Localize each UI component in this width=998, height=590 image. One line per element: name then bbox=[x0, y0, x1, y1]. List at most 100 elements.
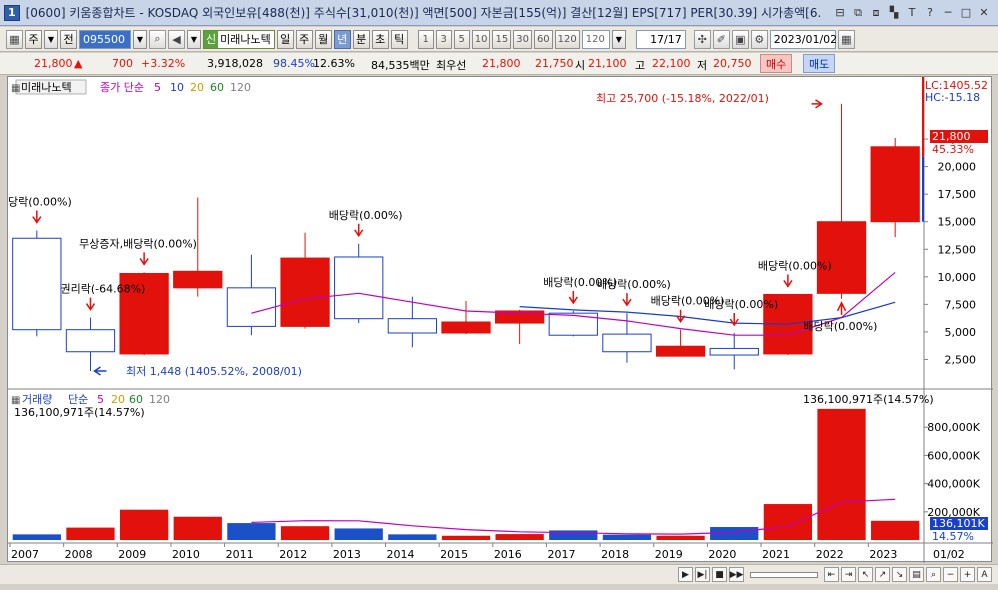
period-second[interactable]: 초 bbox=[371, 29, 389, 49]
interval-120[interactable]: 120 bbox=[554, 29, 580, 49]
settings-gear-icon[interactable]: ⚙ bbox=[750, 29, 768, 49]
zoom-out-icon[interactable]: − bbox=[943, 567, 958, 582]
play-icon[interactable]: ▶ bbox=[678, 567, 693, 582]
table-icon[interactable]: ▤ bbox=[909, 567, 924, 582]
interval-60[interactable]: 60 bbox=[533, 29, 553, 49]
annotation-arrow-down bbox=[783, 274, 793, 288]
chart-area[interactable]: 22,50020,00017,50015,00012,50010,0007,50… bbox=[7, 76, 993, 563]
high-marker-arrow bbox=[811, 99, 823, 109]
chart-scroll-bar: ▶ ▶| ■ ▶▶ ⇤ ⇥ ↖ ↗ ↘ ▤ ⌕ − + A bbox=[0, 564, 998, 584]
interval-5[interactable]: 5 bbox=[453, 29, 470, 49]
network-icon[interactable]: ✣ bbox=[693, 29, 711, 49]
x-tick-label: 2007 bbox=[11, 548, 39, 561]
new-listing-badge: 신 bbox=[204, 30, 219, 48]
stock-name: 미래나노텍 bbox=[220, 33, 271, 46]
chart-svg[interactable]: 22,50020,00017,50015,00012,50010,0007,50… bbox=[8, 77, 993, 563]
fullscreen-icon[interactable]: ⊟ bbox=[832, 5, 848, 21]
close-icon[interactable]: ✕ bbox=[976, 5, 992, 21]
volume-max-right: 136,100,971주(14.57%) bbox=[803, 393, 934, 406]
zoom-slider[interactable] bbox=[750, 571, 818, 578]
fast-forward-icon[interactable]: ▶▶ bbox=[729, 567, 744, 582]
pin-icon[interactable]: ▚ bbox=[886, 5, 902, 21]
period-month[interactable]: 월 bbox=[314, 29, 332, 49]
maximize-icon[interactable]: □ bbox=[958, 5, 974, 21]
window-number: 1 bbox=[4, 4, 20, 21]
volume-bar bbox=[441, 535, 491, 540]
stock-code-input[interactable]: 095500 bbox=[79, 29, 131, 49]
trend-down-icon[interactable]: ↘ bbox=[892, 567, 907, 582]
price-tick-label: 12,500 bbox=[938, 243, 977, 256]
minimize-icon[interactable]: ─ bbox=[940, 5, 956, 21]
interval-3[interactable]: 3 bbox=[435, 29, 452, 49]
speaker-dropdown-icon[interactable]: ▼ bbox=[187, 29, 201, 49]
open-label: 시 bbox=[575, 59, 586, 72]
align-right-icon[interactable]: ⇥ bbox=[841, 567, 856, 582]
up-arrow-icon: ▲ bbox=[74, 57, 83, 70]
period-minute[interactable]: 분 bbox=[352, 29, 370, 49]
price-ma-title: 종가 단순 bbox=[100, 81, 144, 94]
save-icon[interactable]: ▣ bbox=[731, 29, 749, 49]
period-tick[interactable]: 틱 bbox=[390, 29, 408, 49]
high-note: 최고 25,700 (-15.18%, 2022/01) bbox=[596, 92, 769, 105]
period-select[interactable]: 주 bbox=[25, 29, 42, 49]
annotation-arrow-down bbox=[85, 297, 96, 311]
link-icon[interactable]: ⧉ bbox=[850, 5, 866, 21]
quote-bar: 21,800 ▲ 700 +3.32% 3,918,028 98.45% 12.… bbox=[0, 53, 998, 75]
period-week[interactable]: 주 bbox=[295, 29, 313, 49]
annotation-label: 배당락(0.00%) bbox=[597, 278, 671, 291]
chevron-down-icon[interactable]: ▼ bbox=[44, 29, 58, 49]
x-tick-label: 2019 bbox=[655, 548, 683, 561]
interval-dropdown-icon[interactable]: ▼ bbox=[611, 29, 626, 49]
price-change-pct: +3.32% bbox=[141, 57, 186, 70]
title-bar: 1 [0600] 키움종합차트 - KOSDAQ 외국인보유[488(천)] 주… bbox=[0, 0, 998, 26]
speaker-icon[interactable]: ◀ bbox=[168, 29, 185, 49]
dock-icon[interactable]: ⧈ bbox=[868, 5, 884, 21]
interval-30[interactable]: 30 bbox=[513, 29, 532, 49]
text-size-icon[interactable]: A bbox=[977, 567, 992, 582]
period-year[interactable]: 년 bbox=[333, 29, 351, 49]
volume-panel-title: 거래량 bbox=[22, 393, 52, 406]
ma-20-label: 20 bbox=[190, 81, 204, 94]
interval-input[interactable]: 120 bbox=[581, 29, 610, 49]
volume-rate: 98.45% bbox=[273, 57, 315, 70]
x-axis-end-label: 01/02 bbox=[933, 548, 965, 561]
price-tick-label: 15,000 bbox=[938, 216, 977, 229]
help-icon[interactable]: ? bbox=[922, 5, 938, 21]
draw-tool-icon[interactable]: ✐ bbox=[712, 29, 730, 49]
window-tools: ⊟ ⧉ ⧈ ▚ T ? ─ □ ✕ bbox=[832, 5, 992, 21]
price-tick-label: 20,000 bbox=[938, 161, 977, 174]
interval-10[interactable]: 10 bbox=[471, 29, 491, 49]
trend-up-icon[interactable]: ↗ bbox=[875, 567, 890, 582]
code-dropdown-icon[interactable]: ▼ bbox=[133, 29, 147, 49]
cursor-icon[interactable]: ↖ bbox=[858, 567, 873, 582]
x-tick-label: 2021 bbox=[762, 548, 790, 561]
interval-1[interactable]: 1 bbox=[417, 29, 434, 49]
price-change: 700 bbox=[112, 57, 133, 70]
buy-button[interactable]: 매수 bbox=[760, 54, 793, 73]
hc-label: HC:-15.18 bbox=[925, 91, 980, 104]
annotation-label: 배당락(0.00%) bbox=[804, 320, 878, 333]
x-tick-label: 2012 bbox=[279, 548, 307, 561]
stock-name-box[interactable]: 신 미래나노텍 bbox=[203, 29, 275, 49]
candle-body bbox=[816, 221, 867, 294]
search-icon[interactable]: ⌕ bbox=[149, 29, 166, 49]
volume-bar bbox=[66, 527, 115, 540]
font-icon[interactable]: T bbox=[904, 5, 920, 21]
x-tick-label: 2013 bbox=[333, 548, 361, 561]
sell-button[interactable]: 매도 bbox=[803, 54, 836, 73]
grid-icon[interactable]: ▦ bbox=[6, 29, 23, 49]
page-count[interactable]: 17/17 bbox=[635, 29, 686, 49]
volume-bar bbox=[227, 523, 276, 540]
period-day[interactable]: 일 bbox=[276, 29, 294, 49]
trade-volume: 3,918,028 bbox=[207, 57, 263, 70]
prev-button[interactable]: 전 bbox=[60, 29, 77, 49]
calendar-icon[interactable]: ▦ bbox=[837, 29, 855, 49]
annotation-label: 무상증자,배당락(0.00%) bbox=[79, 237, 197, 250]
date-input[interactable]: 2023/01/02 bbox=[769, 29, 837, 49]
align-left-icon[interactable]: ⇤ bbox=[824, 567, 839, 582]
interval-15[interactable]: 15 bbox=[492, 29, 512, 49]
scroll-end-icon[interactable]: ▶| bbox=[695, 567, 710, 582]
zoom-in-icon[interactable]: + bbox=[960, 567, 975, 582]
stop-icon[interactable]: ■ bbox=[712, 567, 727, 582]
zoom-icon[interactable]: ⌕ bbox=[926, 567, 941, 582]
